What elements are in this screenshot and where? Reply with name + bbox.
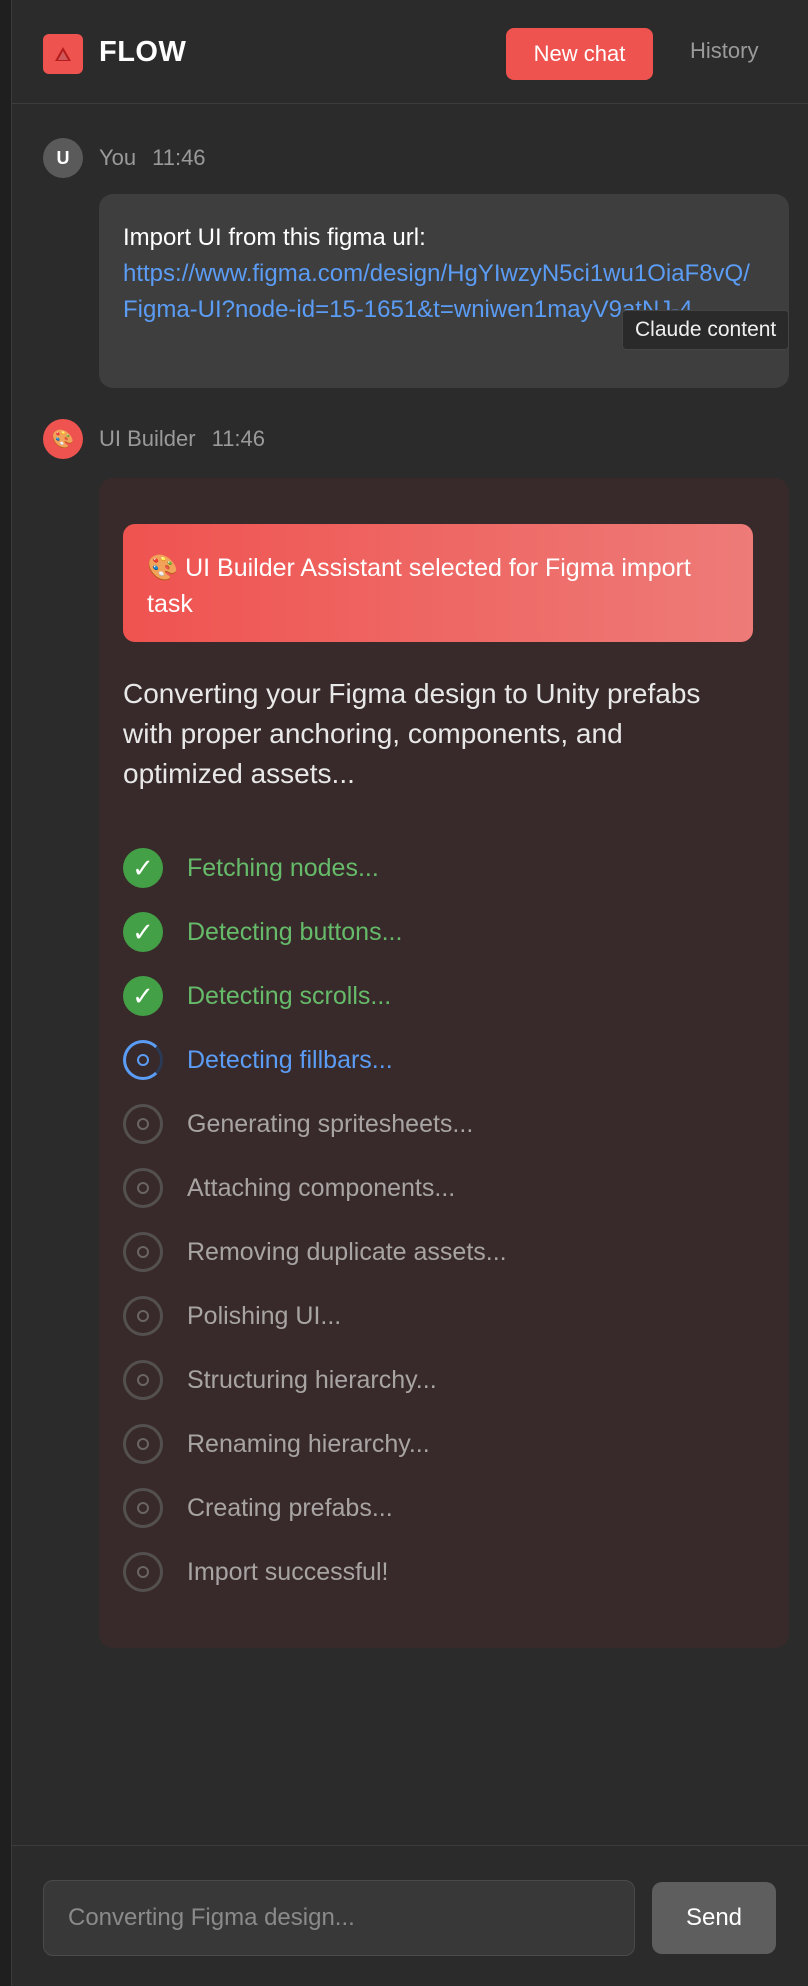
step-label: Structuring hierarchy... — [187, 1365, 437, 1394]
message-time: 11:46 — [152, 145, 206, 170]
step-label: Detecting fillbars... — [187, 1045, 393, 1074]
step-label: Fetching nodes... — [187, 853, 379, 882]
sender-name: UI Builder — [99, 426, 196, 451]
progress-step: Polishing UI... — [123, 1284, 507, 1348]
history-link[interactable]: History — [690, 38, 758, 64]
pending-circle-icon — [123, 1104, 163, 1144]
progress-step: Renaming hierarchy... — [123, 1412, 507, 1476]
progress-step: Creating prefabs... — [123, 1476, 507, 1540]
brand-name: FLOW — [99, 36, 187, 68]
checkmark-icon: ✓ — [123, 848, 163, 888]
pending-circle-icon — [123, 1552, 163, 1592]
step-label: Import successful! — [187, 1557, 389, 1586]
sender-name: You — [99, 145, 137, 170]
progress-steps: ✓ Fetching nodes... ✓ Detecting buttons... ✓… — [123, 836, 507, 1604]
pending-circle-icon — [123, 1168, 163, 1208]
flow-logo-icon — [43, 34, 83, 74]
step-label: Generating spritesheets... — [187, 1109, 474, 1138]
intro-text: Converting your Figma design to Unity pr… — [123, 678, 701, 789]
progress-step: Removing duplicate assets... — [123, 1220, 507, 1284]
chat-app: FLOW New chat History U You 11:46 Import… — [12, 0, 808, 1986]
step-label: Attaching components... — [187, 1173, 456, 1202]
progress-step: ✓ Detecting buttons... — [123, 900, 507, 964]
checkmark-icon: ✓ — [123, 976, 163, 1016]
progress-step: Attaching components... — [123, 1156, 507, 1220]
progress-step: ✓ Fetching nodes... — [123, 836, 507, 900]
new-chat-button[interactable]: New chat — [506, 28, 653, 80]
progress-step: Generating spritesheets... — [123, 1092, 507, 1156]
user-message-text: Import UI from this figma url: — [123, 224, 426, 251]
step-label: Renaming hierarchy... — [187, 1429, 430, 1458]
spinner-icon — [123, 1040, 163, 1080]
progress-step: ✓ Detecting scrolls... — [123, 964, 507, 1028]
avatar: U — [43, 138, 83, 178]
step-label: Removing duplicate assets... — [187, 1237, 507, 1266]
bot-message-card: 🎨 UI Builder Assistant selected for Figm… — [99, 478, 789, 1648]
assistant-banner: 🎨 UI Builder Assistant selected for Figm… — [123, 524, 753, 642]
checkmark-icon: ✓ — [123, 912, 163, 952]
composer: Send — [12, 1845, 808, 1986]
user-message-bubble: Import UI from this figma url: https://w… — [99, 194, 789, 388]
pending-circle-icon — [123, 1360, 163, 1400]
pending-circle-icon — [123, 1424, 163, 1464]
step-label: Detecting buttons... — [187, 917, 403, 946]
send-button[interactable]: Send — [652, 1882, 776, 1954]
pending-circle-icon — [123, 1488, 163, 1528]
pending-circle-icon — [123, 1296, 163, 1336]
progress-step: Detecting fillbars... — [123, 1028, 507, 1092]
message-time: 11:46 — [211, 426, 266, 451]
palette-icon: 🎨 — [43, 419, 83, 459]
left-panel-edge — [0, 0, 12, 1986]
tooltip: Claude content — [622, 310, 790, 350]
bot-message-header: 🎨 UI Builder 11:46 — [43, 419, 265, 459]
message-input[interactable] — [43, 1880, 635, 1956]
step-label: Detecting scrolls... — [187, 981, 392, 1010]
user-message-header: U You 11:46 — [43, 138, 206, 178]
step-label: Polishing UI... — [187, 1301, 342, 1330]
step-label: Creating prefabs... — [187, 1493, 393, 1522]
header: FLOW New chat History — [12, 0, 808, 104]
progress-step: Structuring hierarchy... — [123, 1348, 507, 1412]
pending-circle-icon — [123, 1232, 163, 1272]
progress-step: Import successful! — [123, 1540, 507, 1604]
